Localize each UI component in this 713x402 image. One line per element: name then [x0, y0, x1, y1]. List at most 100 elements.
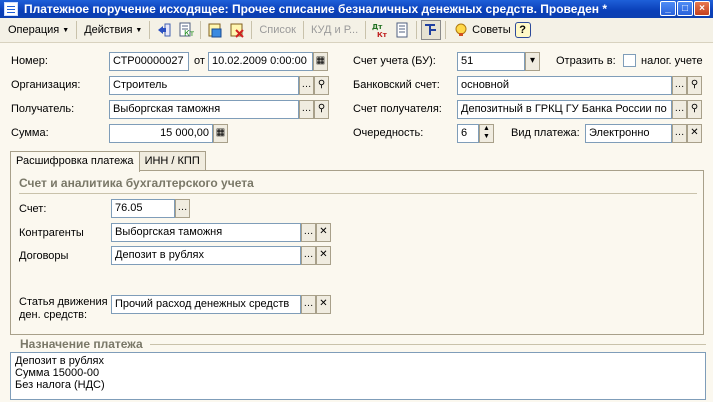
calendar-icon[interactable]: ▦	[313, 52, 328, 71]
amount-field[interactable]: 15 000,00	[109, 124, 213, 143]
organization-label: Организация:	[11, 79, 81, 91]
list-button[interactable]: Список	[255, 20, 300, 40]
organization-field[interactable]: Строитель	[109, 76, 299, 95]
search-icon[interactable]: ⚲	[687, 76, 702, 95]
account-bu-label: Счет учета (БУ):	[353, 55, 436, 67]
debit-credit-icon[interactable]: Дт Кт	[370, 20, 390, 40]
tax-accounting-label: налог. учете	[641, 55, 703, 67]
advice-button[interactable]: Советы	[449, 20, 514, 40]
document-movements-icon[interactable]: Кт	[176, 20, 196, 40]
list-button-label: Список	[259, 24, 296, 36]
dropdown-arrow-icon: ▼	[62, 26, 70, 34]
tab-strip: Расшифровка платежа ИНН / КПП	[10, 151, 206, 172]
tab-payment-breakdown[interactable]: Расшифровка платежа	[10, 151, 140, 172]
toolbar-separator	[76, 21, 78, 39]
purpose-textarea[interactable]: Депозит в рублях Сумма 15000-00 Без нало…	[10, 352, 706, 400]
recipient-account-select-button[interactable]: …	[672, 100, 687, 119]
purpose-divider	[150, 344, 706, 345]
svg-text:Кт: Кт	[377, 31, 388, 38]
number-label: Номер:	[11, 55, 48, 67]
group-divider	[19, 193, 697, 194]
document-icon	[4, 2, 18, 16]
priority-field[interactable]: 6	[457, 124, 479, 143]
payment-type-label: Вид платежа:	[511, 127, 580, 139]
clear-icon[interactable]: ✕	[687, 124, 702, 143]
dropdown-arrow-icon: ▼	[135, 26, 143, 34]
calculator-icon[interactable]: ▦	[213, 124, 228, 143]
toolbar-separator	[445, 21, 447, 39]
cashflow-label-line1: Статья движения	[19, 296, 108, 308]
priority-spinner[interactable]: ▲ ▼	[479, 124, 494, 143]
contracts-field[interactable]: Депозит в рублях	[111, 246, 301, 265]
bank-account-select-button[interactable]: …	[672, 76, 687, 95]
operation-menu-label: Операция	[8, 24, 60, 36]
purpose-line: Без налога (НДС)	[15, 379, 105, 391]
recipient-account-field[interactable]: Депозитный в ГРКЦ ГУ Банка России по	[457, 100, 672, 119]
toolbar-separator	[200, 21, 202, 39]
toolbar-separator	[365, 21, 367, 39]
search-icon[interactable]: ⚲	[314, 100, 329, 119]
report-icon[interactable]	[392, 20, 412, 40]
tax-accounting-checkbox[interactable]	[623, 54, 636, 67]
payment-type-field[interactable]: Электронно	[585, 124, 672, 143]
purpose-line: Депозит в рублях	[15, 355, 104, 367]
back-arrow-icon[interactable]	[154, 20, 174, 40]
recipient-account-label: Счет получателя:	[353, 103, 442, 115]
counterparties-field[interactable]: Выборгская таможня	[111, 223, 301, 242]
cashflow-field[interactable]: Прочий расход денежных средств	[111, 295, 301, 314]
kud-button[interactable]: КУД и Р...	[307, 20, 362, 40]
priority-label: Очередность:	[353, 127, 424, 139]
tab-panel: Счет и аналитика бухгалтерского учета Сч…	[10, 170, 704, 335]
bank-account-field[interactable]: основной	[457, 76, 672, 95]
chevron-down-icon[interactable]: ▾	[525, 52, 540, 71]
title-bar: Платежное поручение исходящее: Прочее сп…	[0, 0, 713, 18]
close-window-button[interactable]: ×	[694, 1, 710, 16]
account-select-button[interactable]: …	[175, 199, 190, 218]
organization-select-button[interactable]: …	[299, 76, 314, 95]
toolbar-separator	[416, 21, 418, 39]
toolbar-separator	[251, 21, 253, 39]
svg-text:Дт: Дт	[372, 23, 383, 31]
amount-label: Сумма:	[11, 127, 49, 139]
advice-button-label: Советы	[472, 24, 511, 36]
actions-menu-label: Действия	[84, 24, 133, 36]
post-document-icon[interactable]	[205, 20, 225, 40]
reflect-label: Отразить в:	[556, 55, 616, 67]
toolbar: Операция ▼ Действия ▼ Кт Список КУД и Р...…	[0, 18, 713, 43]
unpost-document-icon[interactable]	[227, 20, 247, 40]
accounting-group-title: Счет и аналитика бухгалтерского учета	[19, 176, 254, 190]
counterparties-select-button[interactable]: …	[301, 223, 316, 242]
contracts-select-button[interactable]: …	[301, 246, 316, 265]
recipient-label: Получатель:	[11, 103, 75, 115]
purpose-line: Сумма 15000-00	[15, 367, 100, 379]
cashflow-select-button[interactable]: …	[301, 295, 316, 314]
toolbar-separator	[149, 21, 151, 39]
date-from-label: от	[194, 55, 205, 67]
recipient-select-button[interactable]: …	[299, 100, 314, 119]
help-icon[interactable]: ?	[514, 22, 531, 38]
purpose-title: Назначение платежа	[20, 337, 143, 351]
contracts-label: Договоры	[19, 250, 69, 262]
tab-inn-kpp[interactable]: ИНН / КПП	[138, 151, 206, 171]
account-field[interactable]: 76.05	[111, 199, 175, 218]
actions-menu[interactable]: Действия ▼	[80, 20, 146, 40]
minimize-button[interactable]: _	[660, 1, 676, 16]
clear-icon[interactable]: ✕	[316, 246, 331, 265]
recipient-field[interactable]: Выборгская таможня	[109, 100, 299, 119]
payment-type-select-button[interactable]: …	[672, 124, 687, 143]
window-title: Платежное поручение исходящее: Прочее сп…	[24, 2, 607, 16]
maximize-button[interactable]: □	[677, 1, 693, 16]
account-bu-field[interactable]: 51	[457, 52, 525, 71]
document-form: Номер: СТР00000027 от 10.02.2009 0:00:00…	[0, 44, 713, 402]
clear-icon[interactable]: ✕	[316, 223, 331, 242]
number-field[interactable]: СТР00000027	[109, 52, 189, 71]
lightbulb-icon	[455, 23, 467, 36]
clear-icon[interactable]: ✕	[316, 295, 331, 314]
bank-account-label: Банковский счет:	[353, 79, 440, 91]
date-field[interactable]: 10.02.2009 0:00:00	[208, 52, 313, 71]
search-icon[interactable]: ⚲	[314, 76, 329, 95]
structure-icon[interactable]	[421, 20, 442, 40]
operation-menu[interactable]: Операция ▼	[4, 20, 73, 40]
search-icon[interactable]: ⚲	[687, 100, 702, 119]
counterparties-label: Контрагенты	[19, 227, 84, 239]
